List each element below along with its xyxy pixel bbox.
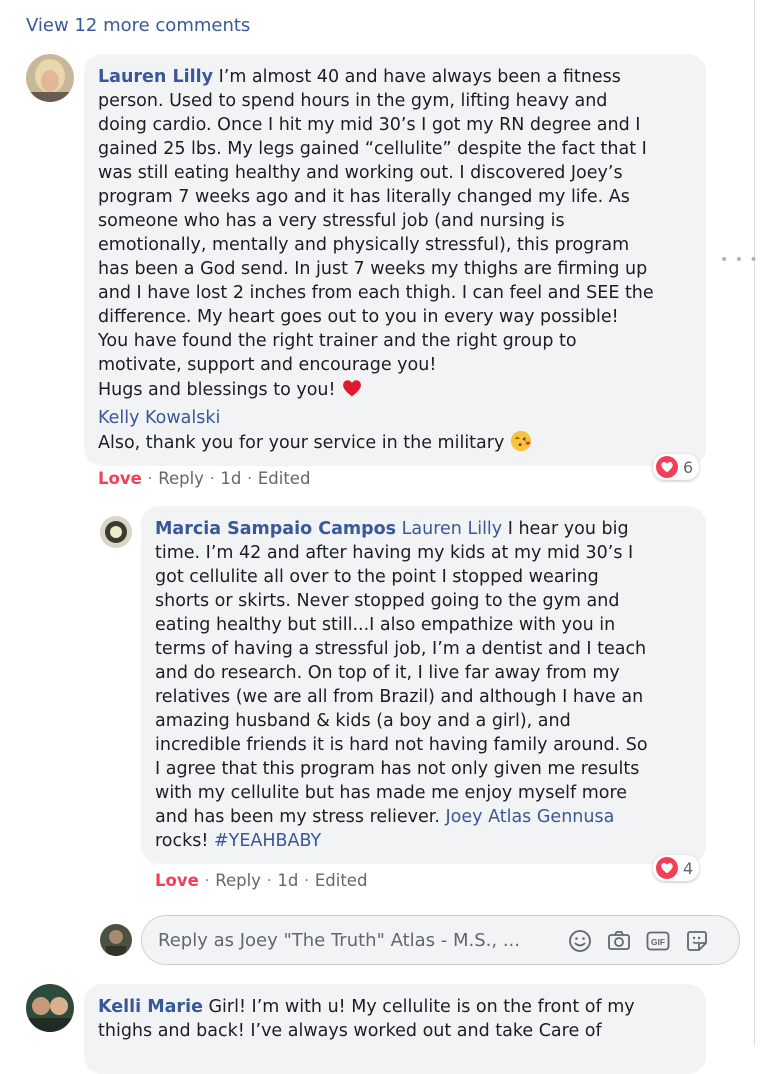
- red-heart-emoji-icon: [341, 377, 363, 406]
- comment-author-link[interactable]: Lauren Lilly: [98, 67, 213, 87]
- avatar[interactable]: [100, 516, 132, 548]
- reply-button[interactable]: Reply: [215, 871, 261, 890]
- love-reaction-button[interactable]: Love: [155, 871, 199, 890]
- more-options-icon[interactable]: • • •: [720, 252, 759, 268]
- mention-link[interactable]: Lauren Lilly: [402, 519, 503, 539]
- comment-author-link[interactable]: Marcia Sampaio Campos: [155, 519, 396, 539]
- comment-actions: Love · Reply · 1d · Edited: [98, 469, 310, 488]
- timestamp-link[interactable]: 1d: [220, 469, 241, 488]
- page-right-border: [754, 0, 755, 1046]
- separator-dot: ·: [266, 873, 272, 889]
- view-more-comments-link[interactable]: View 12 more comments: [26, 15, 250, 36]
- current-user-avatar: [100, 924, 132, 956]
- comment-bubble: Lauren Lilly I’m almost 40 and have alwa…: [84, 54, 706, 466]
- love-reaction-icon: [656, 857, 678, 879]
- reply-bubble: Marcia Sampaio Campos Lauren Lilly I hea…: [141, 506, 706, 864]
- reply-input[interactable]: [158, 928, 538, 952]
- reaction-count: 4: [683, 858, 694, 878]
- mention-link[interactable]: Kelly Kowalski: [98, 408, 220, 428]
- emoji-icon[interactable]: [567, 928, 593, 954]
- comment-text: Kelli Marie Girl! I’m with u! My celluli…: [98, 995, 693, 1043]
- face-blowing-kiss-emoji-icon: [510, 430, 532, 459]
- edited-label[interactable]: Edited: [315, 871, 368, 890]
- comment-body: I hear you big time. I’m 42 and after ha…: [155, 519, 648, 827]
- gif-icon[interactable]: GIF: [645, 928, 671, 954]
- hashtag-link[interactable]: #YEAHBABY: [214, 831, 321, 851]
- reply-button[interactable]: Reply: [158, 469, 204, 488]
- love-reaction-button[interactable]: Love: [98, 469, 142, 488]
- comment-text: Lauren Lilly I’m almost 40 and have alwa…: [98, 65, 693, 459]
- separator-dot: ·: [204, 873, 210, 889]
- reaction-count-badge[interactable]: 4: [653, 855, 700, 881]
- composer-icons: GIF: [567, 928, 710, 954]
- separator-dot: ·: [247, 471, 252, 487]
- comment-text: Marcia Sampaio Campos Lauren Lilly I hea…: [155, 517, 694, 853]
- separator-dot: ·: [304, 873, 309, 889]
- reaction-count-badge[interactable]: 6: [653, 454, 700, 480]
- sticker-icon[interactable]: [684, 928, 710, 954]
- timestamp-link[interactable]: 1d: [277, 871, 298, 890]
- svg-text:GIF: GIF: [651, 937, 665, 947]
- reaction-count: 6: [683, 457, 694, 477]
- comment-body: I’m almost 40 and have always been a fit…: [98, 67, 654, 400]
- comment-body-tail: rocks!: [155, 831, 209, 851]
- separator-dot: ·: [147, 471, 153, 487]
- love-reaction-icon: [656, 456, 678, 478]
- comment-closing: Also, thank you for your service in the …: [98, 433, 510, 453]
- camera-icon[interactable]: [606, 928, 632, 954]
- comment-author-link[interactable]: Kelli Marie: [98, 997, 203, 1017]
- avatar[interactable]: [26, 984, 74, 1032]
- separator-dot: ·: [209, 471, 215, 487]
- comment-bubble: Kelli Marie Girl! I’m with u! My celluli…: [84, 984, 706, 1074]
- avatar[interactable]: [26, 54, 74, 102]
- edited-label[interactable]: Edited: [258, 469, 311, 488]
- comment-actions: Love · Reply · 1d · Edited: [155, 871, 367, 890]
- reply-composer: GIF: [141, 915, 740, 965]
- mention-link[interactable]: Joey Atlas Gennusa: [446, 807, 615, 827]
